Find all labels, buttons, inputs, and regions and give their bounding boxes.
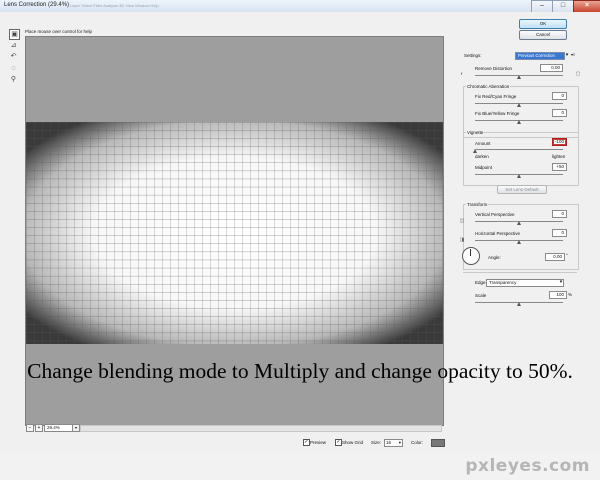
settings-menu-button[interactable]: ▾≡ — [571, 52, 579, 58]
barrel-icon: ▢ — [575, 71, 581, 77]
zoom-tool[interactable]: ⚲ — [9, 75, 18, 84]
hand-tool[interactable]: ◌ — [9, 64, 18, 73]
degree-unit: ° — [566, 253, 568, 258]
darken-label: darken — [475, 154, 489, 159]
remove-distortion-tool[interactable]: ▣ — [9, 29, 20, 40]
vignette-amount-slider[interactable] — [475, 149, 563, 150]
show-grid-label: Show Grid — [342, 439, 364, 445]
color-label: Color: — [411, 439, 424, 445]
angle-dial[interactable] — [462, 247, 480, 265]
edge-dropdown-button[interactable]: ▾ — [558, 279, 564, 285]
lighten-label: lighten — [552, 154, 566, 159]
zoom-out-button[interactable]: − — [26, 424, 34, 432]
cancel-button[interactable]: Cancel — [519, 30, 567, 40]
toolbox: ▣ ⊿ ↶ ◌ ⚲ — [6, 26, 20, 86]
edge-label: Edge: — [475, 280, 487, 285]
chevron-down-icon: ▾ — [398, 440, 401, 445]
background-menu-bar: Layer Select Filter Analysis 3D View Win… — [70, 3, 159, 8]
red-cyan-label: Fix Red/Cyan Fringe — [475, 94, 517, 99]
preview-label: Preview — [310, 439, 327, 445]
remove-distortion-field[interactable]: 0.00 — [540, 64, 563, 72]
red-cyan-thumb[interactable] — [517, 103, 521, 107]
angle-needle — [470, 249, 471, 256]
vignette-grid-preview[interactable] — [26, 122, 443, 344]
blue-yellow-field[interactable]: 0 — [552, 109, 567, 117]
chevron-down-icon: ▾ — [74, 425, 77, 430]
settings-panel: OK Cancel Settings: Previous Correction … — [455, 12, 600, 452]
transform-title: Transform — [466, 202, 489, 207]
vignette-amount-field[interactable]: -100 — [552, 138, 567, 146]
horizontal-perspective-field[interactable]: 0 — [552, 229, 567, 237]
settings-select[interactable]: Previous Correction — [515, 52, 565, 60]
percent-unit: % — [568, 292, 573, 297]
vertical-perspective-thumb[interactable] — [517, 221, 521, 225]
blue-yellow-thumb[interactable] — [517, 120, 521, 124]
remove-distortion-thumb[interactable] — [517, 75, 521, 79]
move-grid-tool-icon: ↶ — [10, 53, 17, 60]
show-grid-checkbox[interactable]: ✓ — [335, 439, 342, 446]
pincushion-icon: ◐ — [460, 71, 464, 77]
red-cyan-field[interactable]: 0 — [552, 92, 567, 100]
checkmark-icon: ✓ — [304, 439, 309, 445]
tutorial-caption: Change blending mode to Multiply and cha… — [27, 359, 573, 383]
window-title: Lens Correction (29.4%) — [4, 2, 70, 8]
hand-tool-icon: ◌ — [11, 65, 16, 72]
close-icon: × — [584, 2, 590, 9]
grid-size-value: 16 — [386, 440, 392, 445]
angle-field[interactable]: 0.00 — [545, 253, 565, 261]
grid-color-swatch[interactable] — [431, 439, 445, 447]
zoom-tool-icon: ⚲ — [10, 76, 17, 83]
maximize-icon: □ — [560, 2, 566, 9]
scale-thumb[interactable] — [517, 302, 521, 306]
horizontal-scrollbar[interactable] — [80, 425, 442, 432]
help-hint: Place mouse over control for help — [25, 29, 93, 34]
midpoint-label: Midpoint — [475, 165, 493, 170]
zoom-dropdown-button[interactable]: ▾ — [72, 424, 80, 432]
angle-label: Angle: — [488, 255, 501, 260]
horizontal-perspective-icon: ◨ — [459, 237, 465, 243]
zoom-level-field[interactable]: 29.4% — [44, 424, 74, 432]
zoom-controls: − + 29.4% ▾ — [26, 424, 442, 433]
settings-dropdown-button[interactable]: ▾ — [564, 52, 570, 58]
midpoint-field[interactable]: +50 — [552, 163, 567, 171]
divider — [463, 272, 577, 273]
vertical-perspective-label: Vertical Perspective — [475, 212, 515, 217]
zoom-in-button[interactable]: + — [35, 424, 43, 432]
horizontal-perspective-thumb[interactable] — [517, 240, 521, 244]
blue-yellow-label: Fix Blue/Yellow Fringe — [475, 111, 520, 116]
site-watermark: pxleyes.com — [465, 456, 590, 476]
vertical-perspective-field[interactable]: 0 — [552, 210, 567, 218]
grid-options-bar: ✓ Preview ✓ Show Grid Size: 16 ▾ Color: — [300, 439, 450, 449]
straighten-tool-icon: ⊿ — [10, 42, 17, 49]
set-lens-default-button[interactable]: Set Lens Default — [497, 185, 547, 194]
chromatic-aberration-title: Chromatic Aberration — [466, 84, 511, 89]
horizontal-perspective-label: Horizontal Perspective — [475, 231, 521, 236]
minus-icon: − — [28, 425, 32, 431]
move-grid-tool[interactable]: ↶ — [9, 52, 18, 61]
edge-select[interactable]: Transparency — [486, 279, 564, 287]
minimize-icon: – — [540, 2, 544, 9]
vignette-amount-label: Amount — [475, 141, 491, 146]
vertical-perspective-icon: ◫ — [459, 218, 465, 224]
remove-distortion-label: Remove Distortion — [475, 66, 513, 71]
vignette-title: Vignette — [466, 130, 485, 135]
plus-icon: + — [37, 425, 41, 431]
scale-field[interactable]: 100 — [549, 291, 567, 299]
size-label: Size: — [371, 439, 382, 445]
chevron-down-icon: ▾ — [559, 279, 563, 285]
straighten-tool[interactable]: ⊿ — [9, 41, 18, 50]
scale-label: Scale — [475, 293, 487, 298]
settings-label: Settings: — [464, 53, 482, 58]
flyout-menu-icon: ▾≡ — [571, 52, 576, 57]
chevron-down-icon: ▾ — [565, 52, 569, 58]
ok-button[interactable]: OK — [519, 19, 567, 29]
midpoint-thumb[interactable] — [517, 174, 521, 178]
vignette-amount-thumb[interactable] — [473, 149, 477, 153]
remove-distortion-tool-icon: ▣ — [11, 31, 18, 38]
grid-size-select[interactable]: 16 ▾ — [384, 439, 403, 447]
checkmark-icon: ✓ — [336, 439, 341, 445]
preview-checkbox[interactable]: ✓ — [303, 439, 310, 446]
